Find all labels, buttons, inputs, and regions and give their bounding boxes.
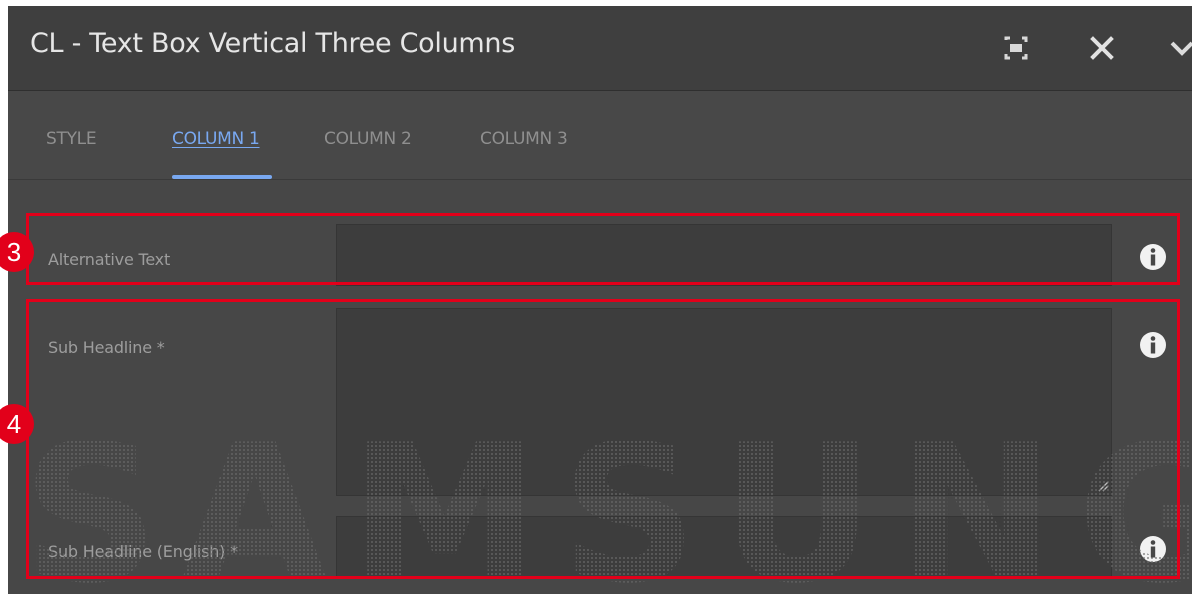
close-icon — [1090, 36, 1114, 60]
dialog: CL - Text Box Vertical Three Columns STY… — [8, 6, 1192, 594]
sub-headline-english-label: Sub Headline (English) * — [48, 542, 238, 561]
dialog-titlebar: CL - Text Box Vertical Three Columns — [8, 6, 1192, 91]
close-button[interactable] — [1084, 30, 1120, 66]
tab-bar: STYLE COLUMN 1 COLUMN 2 COLUMN 3 — [8, 91, 1192, 180]
active-tab-indicator — [172, 175, 272, 179]
dialog-title: CL - Text Box Vertical Three Columns — [30, 28, 515, 59]
tab-style[interactable]: STYLE — [46, 129, 97, 149]
sub-headline-label: Sub Headline * — [48, 338, 165, 357]
form-content: Alternative Text Sub Headline * Sub Head… — [8, 180, 1192, 594]
tab-column-3[interactable]: COLUMN 3 — [480, 129, 568, 149]
info-icon[interactable] — [1138, 330, 1168, 360]
info-icon[interactable] — [1138, 534, 1168, 564]
sub-headline-english-input[interactable] — [336, 516, 1112, 578]
tab-column-1[interactable]: COLUMN 1 — [172, 129, 260, 149]
tab-column-2[interactable]: COLUMN 2 — [324, 129, 412, 149]
alternative-text-label: Alternative Text — [48, 250, 171, 269]
fullscreen-button[interactable] — [998, 30, 1034, 66]
chevron-down-icon — [1170, 41, 1192, 56]
done-button[interactable] — [1164, 30, 1192, 66]
info-icon[interactable] — [1138, 242, 1168, 272]
fullscreen-icon — [1004, 36, 1028, 60]
alternative-text-input[interactable] — [336, 224, 1112, 286]
resize-grip-icon[interactable] — [1097, 480, 1109, 492]
sub-headline-textarea[interactable] — [336, 308, 1112, 496]
